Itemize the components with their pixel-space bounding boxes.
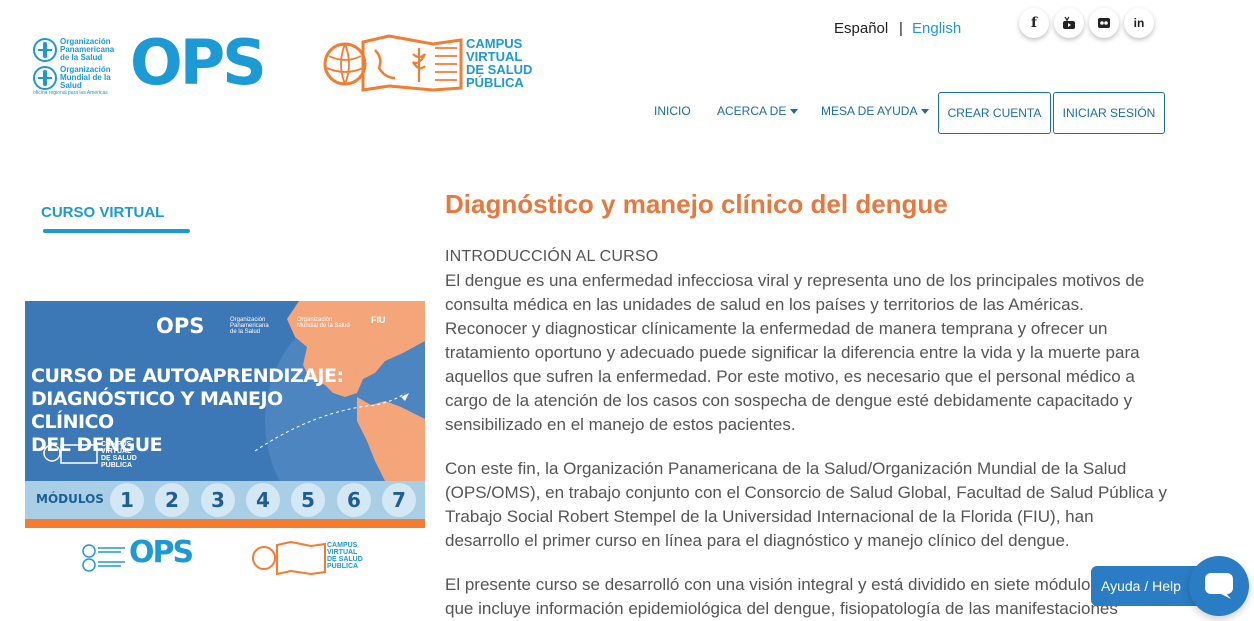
- paho-name: Organización Panamericana de la Salud: [60, 37, 115, 62]
- curso-virtual-underline: [43, 229, 190, 233]
- intro-paragraph: El presente curso se desarrolló con una …: [445, 575, 1118, 618]
- banner-title-line: DIAGNÓSTICO Y MANEJO CLÍNICO: [31, 388, 283, 433]
- nav-mesa-de-ayuda[interactable]: MESA DE AYUDA: [821, 104, 930, 118]
- nav-inicio[interactable]: INICIO: [654, 104, 691, 118]
- language-espanol-link[interactable]: Español: [834, 20, 888, 37]
- facebook-icon: f: [1030, 15, 1038, 31]
- section-heading: INTRODUCCIÓN AL CURSO: [445, 248, 659, 265]
- who-name: Organización Mundial de la Salud: [60, 65, 111, 90]
- banner-title-line: CURSO DE AUTOAPRENDIZAJE:: [31, 365, 344, 387]
- banner-fiu-logo: FIU: [371, 315, 386, 325]
- curso-virtual-label: CURSO VIRTUAL: [41, 204, 165, 221]
- banner-campus-icon: [43, 444, 98, 464]
- module-badge: 2: [155, 483, 189, 517]
- module-badge: 4: [246, 483, 280, 517]
- campus-wordmark: CAMPUS VIRTUAL DE SALUD PÚBLICA: [466, 37, 532, 89]
- banner-footer-campus-line: PÚBLICA: [327, 563, 359, 570]
- chat-bubble-icon: [1205, 573, 1233, 599]
- caret-down-icon: [921, 109, 930, 115]
- ops-wordmark: OPS: [130, 26, 267, 99]
- linkedin-icon: in: [1133, 16, 1145, 30]
- module-badge: 7: [382, 483, 416, 517]
- banner-campus-line: CAMPUS: [101, 441, 132, 448]
- campus-illustration-icon: [323, 34, 463, 92]
- paho-emblem-icon: [33, 38, 57, 62]
- banner-campus-line: PÚBLICA: [101, 462, 133, 469]
- intro-paragraph: El dengue es una enfermedad infecciosa v…: [445, 271, 1145, 434]
- banner-orange-stripe: [25, 519, 425, 528]
- flickr-button[interactable]: [1089, 8, 1119, 38]
- banner-footer-campus-line: DE SALUD: [327, 556, 363, 563]
- youtube-icon: [1063, 16, 1075, 29]
- linkedin-button[interactable]: in: [1124, 8, 1154, 38]
- crear-cuenta-button[interactable]: CREAR CUENTA: [938, 92, 1051, 134]
- intro-paragraph: Con este fin, la Organización Panamerica…: [445, 459, 1167, 550]
- module-badge: 6: [337, 483, 371, 517]
- banner-footer-campus-line: CAMPUS: [327, 542, 358, 549]
- help-chat-button[interactable]: [1189, 556, 1249, 616]
- module-badge: 5: [291, 483, 325, 517]
- banner-campus-wordmark: CAMPUS VIRTUAL DE SALUD PÚBLICA: [101, 441, 137, 469]
- banner-org-line: Mundial de la Salud: [297, 323, 350, 329]
- course-banner-image: OPS Organización Panamericana de la Salu…: [25, 301, 425, 581]
- site-logo[interactable]: Organización Panamericana de la Salud Or…: [33, 28, 543, 98]
- banner-campus-line: VIRTUAL: [101, 448, 132, 455]
- iniciar-sesion-button[interactable]: INICIAR SESIÓN: [1053, 92, 1165, 134]
- flickr-icon: [1098, 18, 1110, 28]
- language-separator: |: [899, 20, 903, 37]
- banner-footer-ops-wordmark: OPS: [129, 535, 194, 570]
- who-paho-logo: Organización Panamericana de la Salud Or…: [33, 36, 128, 96]
- module-badge: 1: [110, 483, 144, 517]
- banner-paho-name: Organización Panamericana de la Salud: [230, 317, 269, 335]
- who-subline: oficina regional para las Américas: [33, 90, 108, 96]
- language-english-link[interactable]: English: [912, 20, 961, 37]
- who-emblem-icon: [33, 66, 57, 90]
- banner-footer-who-emblems: [82, 544, 125, 572]
- banner-footer-campus-wordmark: CAMPUS VIRTUAL DE SALUD PÚBLICA: [327, 542, 363, 570]
- youtube-button[interactable]: [1054, 8, 1084, 38]
- caret-down-icon: [790, 109, 799, 115]
- nav-mesa-de-ayuda-label: MESA DE AYUDA: [821, 104, 918, 118]
- nav-acerca-de[interactable]: ACERCA DE: [717, 104, 799, 118]
- banner-campus-line: DE SALUD: [101, 455, 137, 462]
- banner-modules-label: MÓDULOS: [36, 492, 104, 506]
- facebook-button[interactable]: f: [1019, 8, 1049, 38]
- banner-org-line: de la Salud: [230, 329, 261, 335]
- course-title: Diagnóstico y manejo clínico del dengue: [445, 189, 948, 219]
- nav-acerca-de-label: ACERCA DE: [717, 104, 787, 118]
- campus-line: PÚBLICA: [466, 75, 524, 90]
- module-badge: 3: [201, 483, 235, 517]
- banner-footer-campus-line: VIRTUAL: [327, 549, 358, 556]
- banner-header: OPS Organización Panamericana de la Salu…: [25, 301, 425, 481]
- banner-who-name: Organización Mundial de la Salud: [297, 317, 350, 329]
- banner-ops-wordmark: OPS: [156, 314, 205, 338]
